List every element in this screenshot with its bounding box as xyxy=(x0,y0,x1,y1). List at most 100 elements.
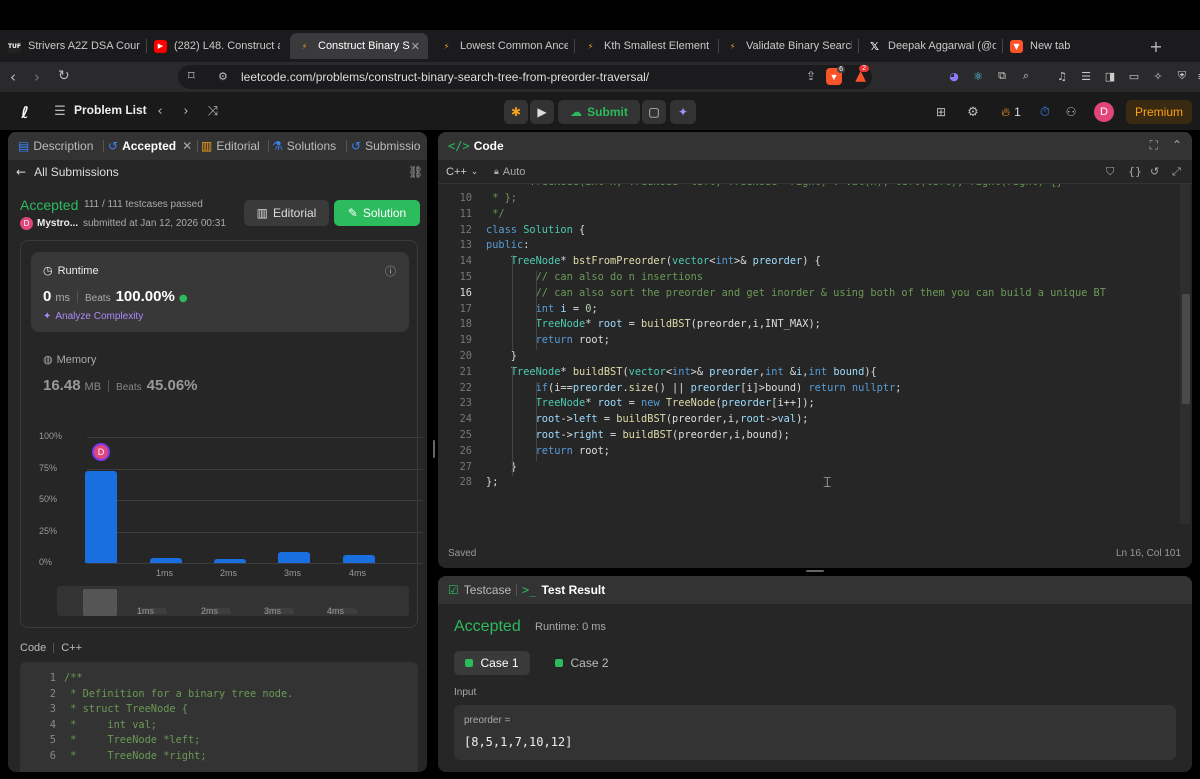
username[interactable]: Mystro... xyxy=(37,218,78,229)
add-friend-icon[interactable]: ⚇ xyxy=(1062,103,1080,121)
code-line: /** xyxy=(64,672,83,684)
analyze-complexity-link[interactable]: ✦ Analyze Complexity xyxy=(43,311,143,322)
tab-accepted[interactable]: ↺ Accepted ✕ xyxy=(108,139,192,153)
music-icon[interactable]: ♫ xyxy=(1054,68,1070,84)
auto-mode[interactable]: 🔒︎ Auto xyxy=(494,166,525,178)
close-tab-icon[interactable]: ✕ xyxy=(182,139,192,153)
new-tab-icon[interactable]: + xyxy=(1146,36,1166,56)
browser-tab[interactable]: TUF Strivers A2Z DSA Cour xyxy=(8,33,140,59)
sidebar-icon[interactable]: ◨ xyxy=(1102,68,1118,84)
tab-editorial[interactable]: ▥ Editorial xyxy=(201,139,260,153)
case-2-tab[interactable]: Case 2 xyxy=(544,651,620,675)
leetcode-logo-icon[interactable]: ℓ xyxy=(16,103,34,122)
run-icon[interactable]: ▶ xyxy=(530,100,554,124)
format-braces-icon[interactable]: {} xyxy=(1128,165,1142,178)
back-icon[interactable]: ‹ xyxy=(10,68,16,86)
range-handle[interactable] xyxy=(83,589,117,616)
wallet-icon[interactable]: ▭ xyxy=(1126,68,1142,84)
browser-tab[interactable]: 𝕏 Deepak Aggarwal (@de xyxy=(868,33,996,59)
reading-list-icon[interactable]: ☰ xyxy=(1078,68,1094,84)
code-line: // can also do n insertions xyxy=(535,271,703,283)
reset-icon[interactable]: ↺ xyxy=(1150,165,1159,178)
search-ext-icon[interactable]: ⌕ xyxy=(1018,68,1034,84)
react-devtools-icon[interactable]: ⚛ xyxy=(970,68,986,84)
browser-tab-active[interactable]: ⚡ Construct Binary S ✕ xyxy=(290,33,428,59)
range-selector[interactable]: 1ms 2ms 3ms 4ms xyxy=(57,586,409,616)
site-settings-icon[interactable]: ⚙ xyxy=(218,70,228,83)
debug-icon[interactable]: ✱ xyxy=(504,100,528,124)
shuffle-icon[interactable]: ⤨ xyxy=(204,102,222,120)
chart-bar[interactable] xyxy=(214,559,246,563)
browser-tab[interactable]: ⚡ Lowest Common Ance xyxy=(440,33,568,59)
link-icon[interactable]: ⛓ xyxy=(408,165,423,179)
window-top xyxy=(0,0,1200,30)
code-line: * struct TreeNode { xyxy=(64,703,188,715)
submit-button[interactable]: ☁ Submit xyxy=(558,100,640,124)
chart-bar[interactable] xyxy=(85,471,117,563)
line-number: 24 xyxy=(459,413,472,426)
runtime-card[interactable]: ◷ Runtime ⓘ 0 ms Beats 100.00% ● ✦ Analy… xyxy=(31,252,409,332)
line-number: 15 xyxy=(459,271,472,283)
ai-assist-icon[interactable]: ✦ xyxy=(670,100,696,124)
language-select[interactable]: C++ ⌄ xyxy=(446,166,478,178)
info-icon[interactable]: ⓘ xyxy=(385,263,396,279)
forward-icon[interactable]: › xyxy=(34,68,40,86)
timer-icon[interactable]: ⏱ xyxy=(1036,103,1054,121)
browser-tab[interactable]: ▼ New tab xyxy=(1010,33,1120,59)
chart-bar[interactable] xyxy=(343,555,375,563)
tab-description[interactable]: ▤ Description xyxy=(18,139,93,153)
tab-testcase[interactable]: ☑ Testcase xyxy=(448,583,511,597)
partial-code-line: * TreeNode(int x, TreeNode *left, TreeNo… xyxy=(438,184,1178,192)
next-problem-icon[interactable]: › xyxy=(178,101,194,121)
premium-button[interactable]: Premium xyxy=(1126,100,1192,124)
vertical-splitter[interactable] xyxy=(433,440,435,458)
scrollbar-thumb[interactable] xyxy=(1182,294,1190,404)
line-number: 28 xyxy=(459,476,472,489)
text-cursor-icon: ⌶ xyxy=(823,474,832,490)
browser-tab[interactable]: ⚡ Validate Binary Search xyxy=(726,33,852,59)
memory-card[interactable]: ◍ Memory xyxy=(43,353,96,366)
layout-icon[interactable]: ⊞ xyxy=(932,103,950,121)
prev-problem-icon[interactable]: ‹ xyxy=(152,101,168,121)
chart-bar[interactable] xyxy=(150,557,182,563)
puzzle-icon[interactable]: ⧉ xyxy=(994,68,1010,84)
tab-test-result[interactable]: >_ Test Result xyxy=(522,583,605,597)
maximize-icon[interactable]: ⛶ xyxy=(1150,138,1158,153)
streak-counter[interactable]: 🔥︎ 1 xyxy=(996,103,1026,121)
submitted-code-block[interactable]: 1 /** 2 * Definition for a binary tree nod… xyxy=(20,662,418,772)
tab-code[interactable]: </> Code xyxy=(448,139,504,153)
chart-bar[interactable] xyxy=(278,551,310,563)
settings-icon[interactable]: ⚙ xyxy=(964,103,982,121)
collapse-icon[interactable]: ⌃ xyxy=(1172,138,1182,152)
tab-solutions[interactable]: ⚗ Solutions xyxy=(272,139,336,153)
ai-icon[interactable]: ✧ xyxy=(1150,68,1166,84)
result-runtime: Runtime: 0 ms xyxy=(535,621,606,633)
arrow-left-icon: ← xyxy=(16,165,27,179)
reload-icon[interactable]: ↻ xyxy=(58,68,70,84)
line-number: 20 xyxy=(459,350,472,362)
editorial-button[interactable]: ▥ Editorial xyxy=(244,200,329,226)
code-editor[interactable]: 10 * }; 11 */ 12 class Solution {13 public: 1… xyxy=(438,192,1178,502)
case-1-tab[interactable]: Case 1 xyxy=(454,651,530,675)
bookmark-icon[interactable]: ⌑ xyxy=(188,69,195,84)
problem-list-link[interactable]: Problem List xyxy=(74,103,147,117)
browser-tab[interactable]: ▶ (282) L48. Construct a xyxy=(154,33,280,59)
tab-submissions[interactable]: ↺ Submissio xyxy=(351,139,420,153)
editor-scrollbar[interactable] xyxy=(1180,184,1190,524)
bookmark-icon[interactable]: ⛉ xyxy=(1106,165,1114,179)
fullscreen-icon[interactable]: ⤢ xyxy=(1172,165,1181,179)
all-submissions-link[interactable]: ← All Submissions xyxy=(16,165,119,179)
url-bar[interactable]: ⌑ ⚙ leetcode.com/problems/construct-bina… xyxy=(178,65,872,89)
avatar[interactable]: D xyxy=(1094,102,1114,122)
horizontal-splitter[interactable] xyxy=(806,570,824,572)
close-tab-icon[interactable]: ✕ xyxy=(411,40,420,53)
notes-icon[interactable]: ▢ xyxy=(642,100,666,124)
solution-button[interactable]: ✎ Solution xyxy=(334,200,420,226)
extension-icon[interactable]: ◕ xyxy=(946,68,962,84)
menu-icon[interactable]: ≡ xyxy=(1194,68,1200,84)
share-icon[interactable]: ⇪ xyxy=(806,69,816,83)
input-box[interactable]: preorder = [8,5,1,7,10,12] xyxy=(454,705,1176,760)
memory-value: 16.48 xyxy=(43,377,81,394)
browser-tab[interactable]: ⚡ Kth Smallest Element i xyxy=(584,33,712,59)
vpn-icon[interactable]: ⛨ xyxy=(1174,68,1190,84)
